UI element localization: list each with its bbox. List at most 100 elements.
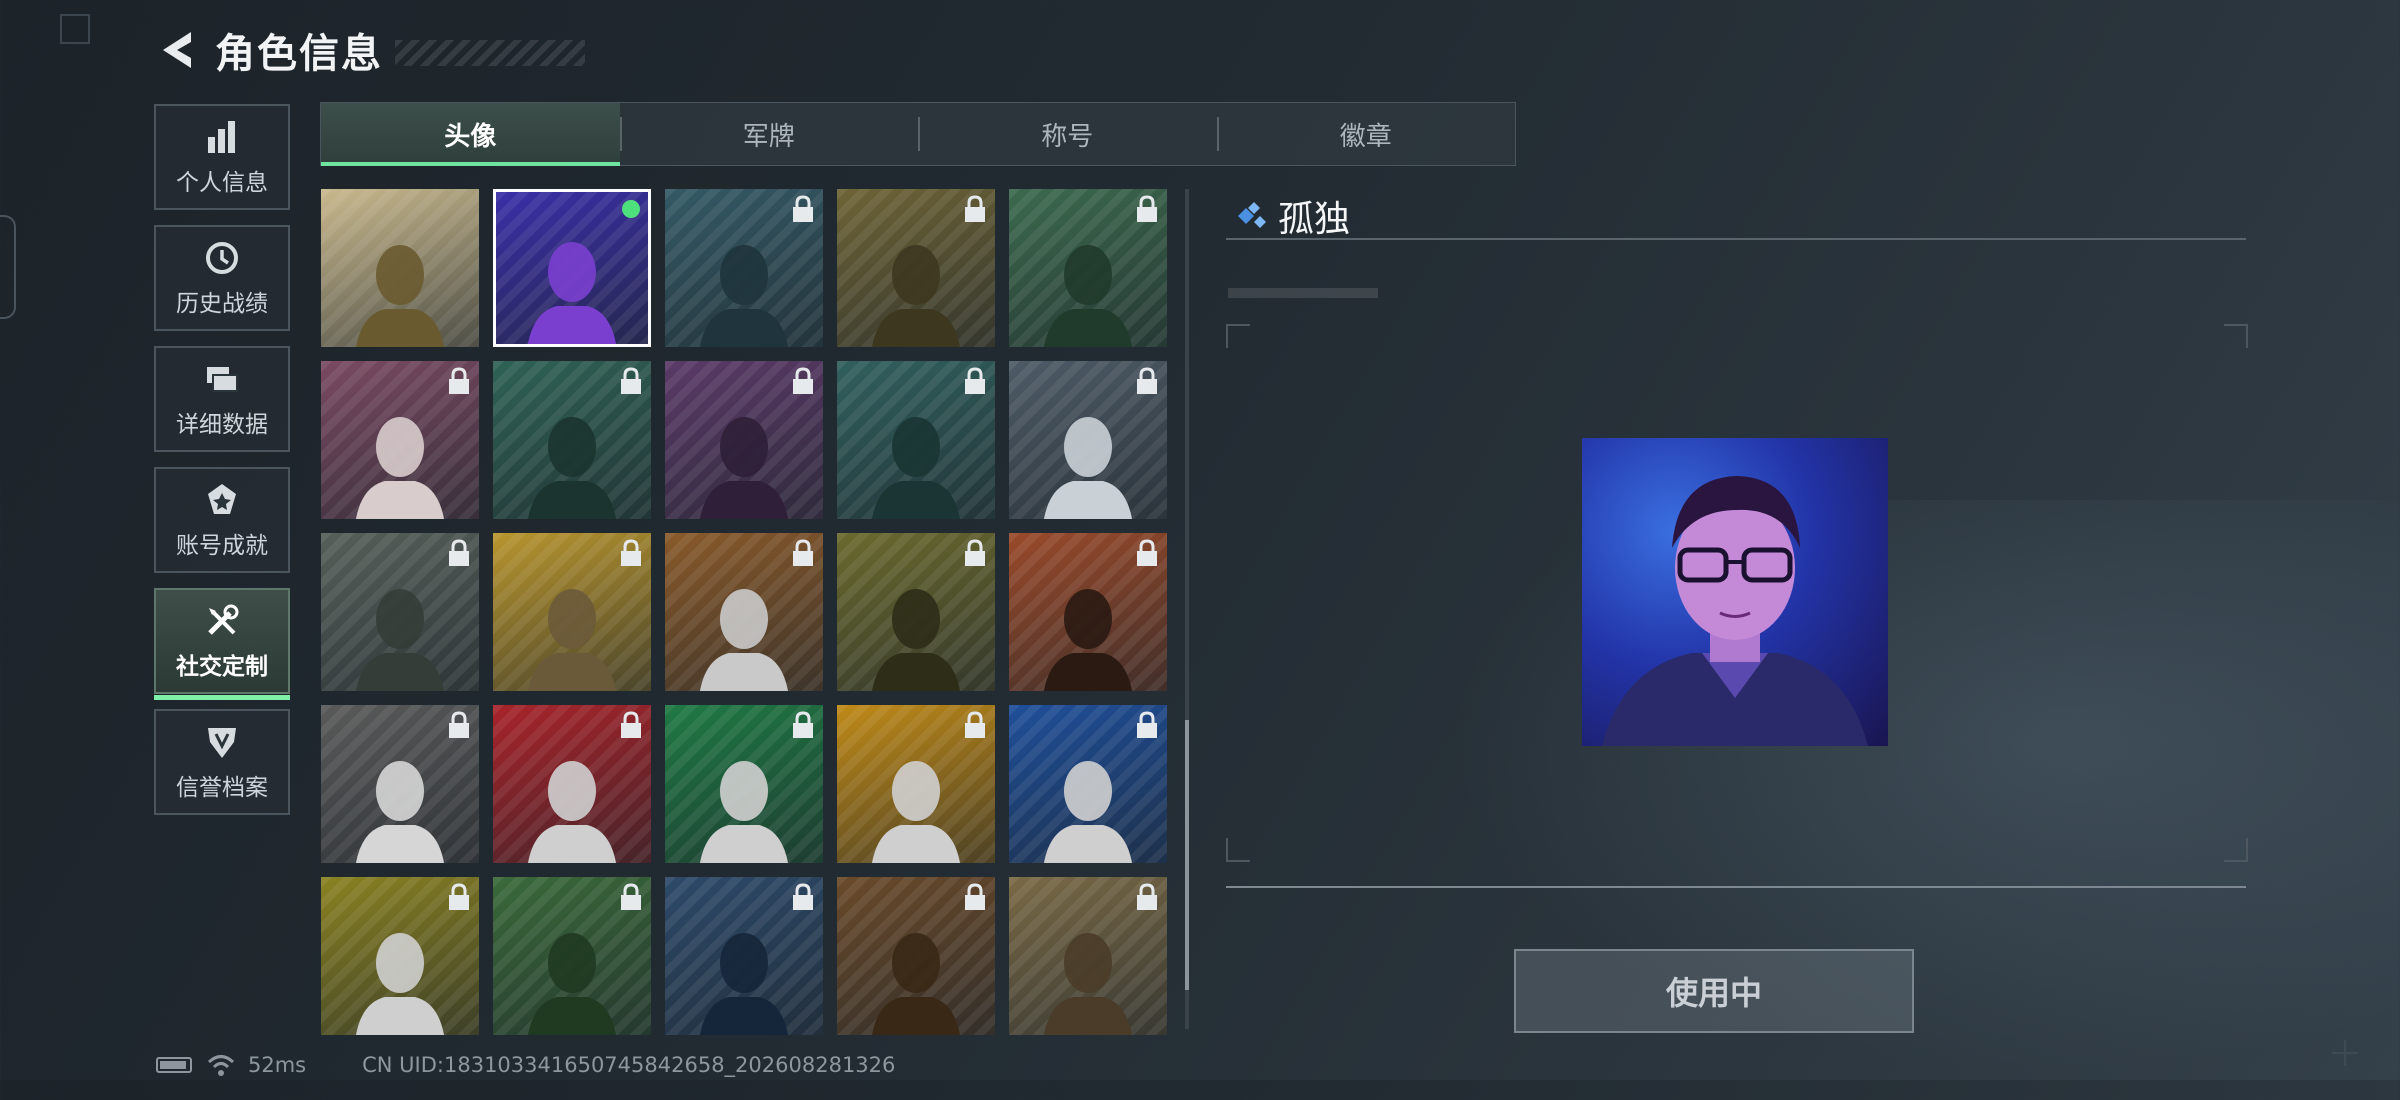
in-use-button[interactable]: 使用中	[1514, 949, 1914, 1033]
lock-icon	[793, 539, 813, 566]
lock-icon	[449, 367, 469, 394]
long-hair-man-avatar[interactable]	[665, 877, 823, 1035]
lock-icon	[793, 367, 813, 394]
header-divider	[1226, 238, 2246, 240]
achievement-icon	[202, 480, 242, 520]
tools-icon	[202, 601, 242, 641]
lock-icon	[621, 883, 641, 910]
title-decoration	[395, 40, 585, 66]
nav-item-achievements[interactable]: 账号成就	[154, 467, 290, 573]
shield-logo-avatar[interactable]	[493, 705, 651, 863]
lock-icon	[793, 195, 813, 222]
history-icon	[202, 238, 242, 278]
nav-item-detailed-data[interactable]: 详细数据	[154, 346, 290, 452]
nav-item-label: 信誉档案	[176, 775, 268, 801]
tab-title[interactable]: 称号	[918, 103, 1217, 165]
avatar-figure	[700, 589, 788, 691]
lock-icon	[1137, 711, 1157, 738]
avatar-preview	[1582, 438, 1888, 746]
panel-divider	[1226, 886, 2246, 888]
lock-icon	[965, 883, 985, 910]
medic-cross-avatar[interactable]	[665, 705, 823, 863]
explosion-avatar[interactable]	[1009, 533, 1167, 691]
lock-icon	[1137, 539, 1157, 566]
female-soldier-avatar[interactable]	[493, 877, 651, 1035]
headset-man-avatar[interactable]	[1009, 189, 1167, 347]
avatar-name: 孤独	[1278, 199, 1351, 240]
frame-corner	[1226, 838, 1250, 862]
lock-icon	[449, 883, 469, 910]
gunner-sketch-avatar[interactable]	[321, 705, 479, 863]
frame-corner	[1226, 324, 1250, 348]
category-tabs: 头像 军牌 称号 徽章	[320, 102, 1516, 166]
bald-operator-avatar[interactable]	[837, 189, 995, 347]
avatar-grid	[321, 189, 1171, 1035]
avatar-figure	[700, 933, 788, 1035]
tab-badge[interactable]: 徽章	[1216, 103, 1516, 165]
avatar-figure	[356, 245, 444, 347]
glasses-soldier-avatar[interactable]	[837, 533, 995, 691]
avatar-figure	[1044, 417, 1132, 519]
avatar-figure	[872, 589, 960, 691]
folder-icon	[202, 359, 242, 399]
back-button[interactable]	[155, 28, 199, 72]
star-emblem-avatar[interactable]	[1009, 361, 1167, 519]
launcher-soldier-avatar[interactable]	[1009, 877, 1167, 1035]
lock-icon	[793, 711, 813, 738]
eri-logo-avatar[interactable]	[665, 533, 823, 691]
avatar-figure	[528, 242, 616, 344]
avatar-figure	[1044, 245, 1132, 347]
diamond-icon	[1238, 202, 1266, 228]
pilot-avatar[interactable]	[665, 189, 823, 347]
side-nav: 个人信息 历史战绩 详细数据 账号成就 社交定制 信誉档案	[154, 104, 290, 830]
avatar-figure	[356, 589, 444, 691]
nav-item-label: 详细数据	[176, 412, 268, 438]
lock-icon	[965, 711, 985, 738]
avatar-figure	[528, 761, 616, 863]
lock-icon	[1137, 195, 1157, 222]
back-arrow-icon	[163, 32, 191, 68]
avatar-figure	[356, 417, 444, 519]
side-drawer-handle[interactable]	[0, 215, 16, 319]
white-hair-avatar[interactable]	[321, 361, 479, 519]
lock-icon	[965, 367, 985, 394]
diamond-logo-avatar[interactable]	[321, 877, 479, 1035]
lock-icon	[449, 711, 469, 738]
nav-item-label: 历史战绩	[176, 291, 268, 317]
avatar-figure	[528, 589, 616, 691]
tab-dog-tag[interactable]: 军牌	[619, 103, 919, 165]
lock-icon	[621, 539, 641, 566]
nav-item-reputation[interactable]: 信誉档案	[154, 709, 290, 815]
glasses-man-avatar[interactable]	[493, 189, 651, 347]
avatar-figure	[872, 245, 960, 347]
nav-item-label: 个人信息	[176, 170, 268, 196]
rugged-man-avatar[interactable]	[837, 877, 995, 1035]
nav-item-personal-info[interactable]: 个人信息	[154, 104, 290, 210]
girl-avatar[interactable]	[665, 361, 823, 519]
bearded-man-avatar[interactable]	[493, 361, 651, 519]
page-header: 角色信息	[155, 22, 585, 78]
hex-logo-avatar[interactable]	[1009, 705, 1167, 863]
frame-corner	[2224, 324, 2248, 348]
dinosaur-avatar[interactable]	[321, 189, 479, 347]
nav-item-social-custom[interactable]: 社交定制	[154, 588, 290, 700]
lock-icon	[621, 711, 641, 738]
lock-icon	[965, 539, 985, 566]
helicopter-scene-avatar[interactable]	[321, 533, 479, 691]
avatar-figure	[700, 417, 788, 519]
ping-value: 52ms	[248, 1053, 307, 1077]
cartoon-hand-avatar[interactable]	[493, 533, 651, 691]
shield-icon	[202, 722, 242, 762]
menu-corner-icon[interactable]	[60, 14, 90, 44]
grid-scrollbar-thumb[interactable]	[1185, 720, 1189, 990]
avatar-figure	[872, 761, 960, 863]
avatar-figure	[872, 933, 960, 1035]
a-logo-avatar[interactable]	[837, 705, 995, 863]
avatar-figure	[700, 245, 788, 347]
avatar-name-header: 孤独	[1228, 190, 1350, 242]
avatar-figure	[872, 417, 960, 519]
avatar-figure	[1044, 761, 1132, 863]
masked-soldier-avatar[interactable]	[837, 361, 995, 519]
nav-item-match-history[interactable]: 历史战绩	[154, 225, 290, 331]
tab-avatar[interactable]: 头像	[321, 103, 620, 166]
